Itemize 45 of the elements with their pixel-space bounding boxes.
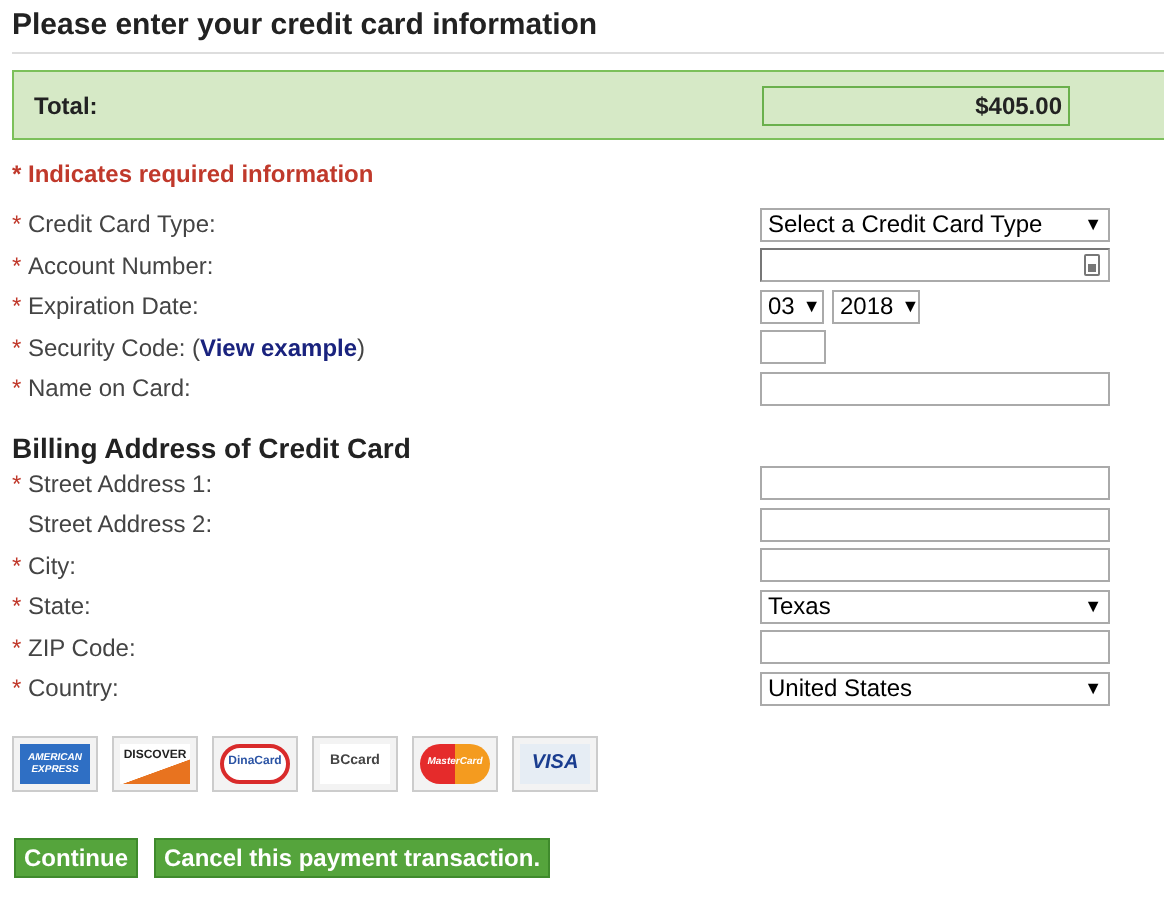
- field-label: Street Address 2:: [28, 508, 213, 543]
- input-field[interactable]: [760, 330, 826, 365]
- field-label: State:: [28, 590, 91, 625]
- required-marker: *: [12, 549, 24, 584]
- required-marker: *: [12, 208, 24, 243]
- required-note: * Indicates required information: [12, 158, 376, 192]
- required-marker: *: [12, 290, 24, 325]
- year-dropdown[interactable]: 2018 ▼: [832, 289, 920, 324]
- dropdown-arrow-icon: ▼: [802, 293, 821, 320]
- field-label: Account Number:: [28, 249, 214, 284]
- dropdown-arrow-icon: ▼: [1084, 593, 1102, 620]
- required-marker: *: [12, 590, 24, 625]
- dropdown-arrow-icon: ▼: [901, 293, 920, 320]
- dropdown[interactable]: Texas ▼: [760, 589, 1110, 624]
- field-label: Credit Card Type:: [28, 208, 216, 243]
- required-marker: *: [12, 249, 24, 284]
- total-amount: $405.00: [762, 85, 1070, 125]
- field-label: ZIP Code:: [28, 631, 136, 666]
- input-field[interactable]: [760, 248, 1110, 283]
- field-label: Street Address 1:: [28, 467, 213, 502]
- field-label: Expiration Date:: [28, 290, 199, 325]
- field-label: Country:: [28, 672, 119, 707]
- dropdown[interactable]: United States ▼: [760, 671, 1110, 706]
- required-marker: *: [12, 672, 24, 707]
- required-marker: *: [12, 631, 24, 666]
- field-label: Name on Card:: [28, 372, 191, 407]
- input-field[interactable]: [760, 466, 1110, 501]
- section-heading: Billing Address of Credit Card: [12, 431, 413, 463]
- month-dropdown[interactable]: 03 ▼: [760, 289, 824, 324]
- dropdown-arrow-icon: ▼: [1084, 211, 1102, 238]
- required-marker: *: [12, 467, 24, 502]
- field-label: City:: [28, 549, 76, 584]
- page-title: Please enter your credit card information: [12, 6, 600, 46]
- required-marker: *: [12, 331, 24, 366]
- logo-text: VISA: [531, 750, 579, 778]
- input-field[interactable]: [760, 371, 1110, 406]
- field-label: Security Code: (View example): [28, 331, 366, 366]
- input-field[interactable]: [760, 548, 1110, 583]
- input-field[interactable]: [760, 507, 1110, 542]
- input-field[interactable]: [760, 630, 1110, 665]
- total-label: Total:: [34, 89, 100, 123]
- dropdown[interactable]: Select a Credit Card Type ▼: [760, 207, 1110, 242]
- view-example-link[interactable]: View example: [200, 333, 358, 362]
- dropdown-arrow-icon: ▼: [1084, 675, 1102, 702]
- required-marker: *: [12, 372, 24, 407]
